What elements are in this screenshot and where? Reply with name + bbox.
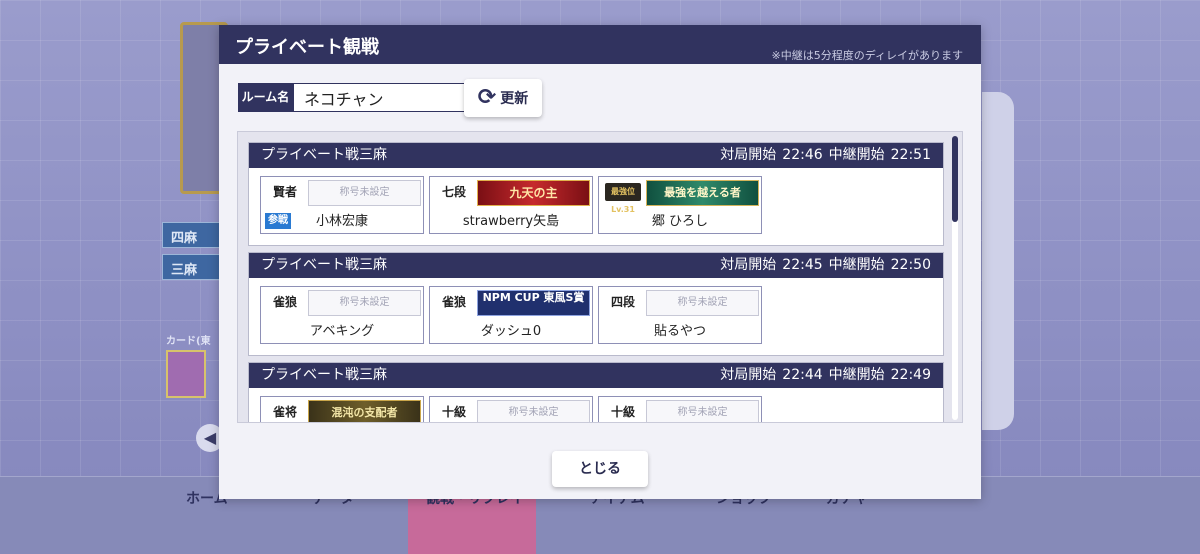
- relay-time: 22:50: [890, 257, 931, 273]
- rank-badge: 雀将: [272, 405, 297, 419]
- player-title: 称号未設定: [308, 180, 421, 206]
- player-card[interactable]: 七段 九天の主 strawberry矢島: [429, 176, 593, 234]
- rank-badge: 最強位Lv.31: [605, 183, 641, 214]
- player-name: strawberry矢島: [462, 214, 560, 229]
- player-card[interactable]: 四段 称号未設定貼るやつ: [598, 286, 762, 344]
- delay-note: ※中継は5分程度のディレイがあります: [771, 49, 963, 62]
- players-row: 雀将 混沌の支配者 十級 称号未設定 十級 称号未設定: [249, 388, 943, 422]
- match-header: プライベート戦三麻 対局開始 22:46 中継開始 22:51: [249, 143, 943, 168]
- player-name: アベキング: [309, 324, 375, 339]
- room-name-input[interactable]: [293, 83, 470, 112]
- start-label: 対局開始: [720, 147, 777, 163]
- relay-label: 中継開始: [828, 147, 885, 163]
- start-time: 22:45: [782, 257, 823, 273]
- relay-label: 中継開始: [828, 257, 885, 273]
- start-time: 22:44: [782, 367, 823, 383]
- refresh-label: 更新: [500, 91, 529, 107]
- background-card: [166, 350, 206, 398]
- match-card[interactable]: プライベート戦三麻 対局開始 22:44 中継開始 22:49 雀将 混沌の支配者 十級 称号未…: [248, 362, 944, 422]
- match-times: 対局開始 22:45 中継開始 22:50: [714, 253, 931, 278]
- player-title: 九天の主: [477, 180, 590, 206]
- player-name: 貼るやつ: [653, 324, 706, 339]
- private-watch-dialog: プライベート観戦 ※中継は5分程度のディレイがあります ルーム名 ⟳ 更新 プラ…: [219, 25, 981, 499]
- rank-badge: 雀狼: [272, 295, 297, 309]
- match-list-content: プライベート戦三麻 対局開始 22:46 中継開始 22:51 賢者 称号未設定 参戦 小林宏康…: [248, 142, 944, 422]
- rank-badge: 七段: [441, 185, 466, 199]
- dialog-title: プライベート観戦: [235, 37, 379, 58]
- rank-badge: 雀狼: [441, 295, 466, 309]
- match-times: 対局開始 22:46 中継開始 22:51: [714, 143, 931, 168]
- background-mode-four: 四麻: [162, 222, 220, 248]
- rank-badge: 賢者: [272, 185, 297, 199]
- relay-time: 22:49: [890, 367, 931, 383]
- player-title: 称号未設定: [477, 400, 590, 422]
- background-mode-three: 三麻: [162, 254, 220, 280]
- player-card[interactable]: 雀狼 称号未設定アベキング: [260, 286, 424, 344]
- player-name: 郷 ひろし: [651, 214, 709, 229]
- background-right-panel: [982, 92, 1014, 430]
- room-name-label: ルーム名: [238, 83, 293, 112]
- start-label: 対局開始: [720, 257, 777, 273]
- dialog-header: プライベート観戦 ※中継は5分程度のディレイがあります: [219, 25, 981, 64]
- start-time: 22:46: [782, 147, 823, 163]
- player-title: 称号未設定: [308, 290, 421, 316]
- player-name: ダッシュ0: [480, 324, 542, 339]
- player-card[interactable]: 最強位Lv.31 最強を越える者郷 ひろし: [598, 176, 762, 234]
- player-card[interactable]: 賢者 称号未設定 参戦 小林宏康: [260, 176, 424, 234]
- player-title: 称号未設定: [646, 400, 759, 422]
- match-header: プライベート戦三麻 対局開始 22:45 中継開始 22:50: [249, 253, 943, 278]
- player-title: NPM CUP 東風S賞: [477, 290, 590, 316]
- player-name: 小林宏康: [315, 214, 368, 229]
- rank-badge: 十級: [441, 405, 466, 419]
- players-row: 賢者 称号未設定 参戦 小林宏康 七段 九天の主 strawberry矢島 最強位Lv.31 最…: [249, 168, 943, 234]
- rank-badge: 十級: [610, 405, 635, 419]
- match-list[interactable]: プライベート戦三麻 対局開始 22:46 中継開始 22:51 賢者 称号未設定 参戦 小林宏康…: [237, 131, 963, 423]
- close-button[interactable]: とじる: [552, 451, 648, 487]
- player-card[interactable]: 十級 称号未設定: [598, 396, 762, 422]
- relay-time: 22:51: [890, 147, 931, 163]
- match-times: 対局開始 22:44 中継開始 22:49: [714, 363, 931, 388]
- match-title: プライベート戦三麻: [261, 147, 387, 163]
- match-title: プライベート戦三麻: [261, 367, 387, 383]
- scrollbar[interactable]: [952, 136, 958, 420]
- refresh-icon: ⟳: [477, 85, 497, 110]
- match-card[interactable]: プライベート戦三麻 対局開始 22:45 中継開始 22:50 雀狼 称号未設定 アベキング雀…: [248, 252, 944, 356]
- scrollbar-thumb[interactable]: [952, 136, 958, 222]
- player-title: 称号未設定: [646, 290, 759, 316]
- player-title: 混沌の支配者: [308, 400, 421, 422]
- players-row: 雀狼 称号未設定 アベキング 雀狼 NPM CUP 東風S賞 ダッシュ0 四段 称号未設定 貼る…: [249, 278, 943, 344]
- relay-label: 中継開始: [828, 367, 885, 383]
- player-card[interactable]: 十級 称号未設定: [429, 396, 593, 422]
- player-card[interactable]: 雀狼 NPM CUP 東風S賞ダッシュ0: [429, 286, 593, 344]
- player-title: 最強を越える者: [646, 180, 759, 206]
- background-card-label: カード(東: [166, 336, 211, 347]
- start-label: 対局開始: [720, 367, 777, 383]
- rank-badge: 四段: [610, 295, 635, 309]
- match-card[interactable]: プライベート戦三麻 対局開始 22:46 中継開始 22:51 賢者 称号未設定 参戦 小林宏康…: [248, 142, 944, 246]
- refresh-button[interactable]: ⟳ 更新: [464, 79, 542, 117]
- match-title: プライベート戦三麻: [261, 257, 387, 273]
- player-card[interactable]: 雀将 混沌の支配者: [260, 396, 424, 422]
- match-header: プライベート戦三麻 対局開始 22:44 中継開始 22:49: [249, 363, 943, 388]
